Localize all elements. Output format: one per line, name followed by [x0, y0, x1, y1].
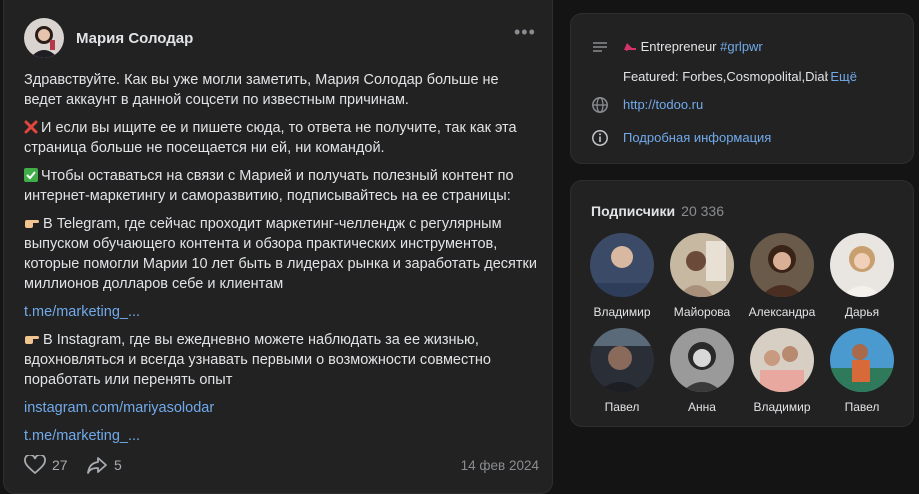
post-actions: 27 5 14 фев 2024 — [24, 455, 539, 479]
post-paragraph: И если вы ищите ее и пишете сюда, то отв… — [24, 120, 517, 156]
cross-mark-icon — [24, 120, 38, 134]
subscriber-item[interactable]: Майорова — [662, 233, 742, 319]
subscriber-name: Павел — [844, 400, 880, 414]
subscriber-name: Анна — [688, 400, 716, 414]
like-count: 27 — [52, 457, 68, 473]
subscriber-avatar — [830, 328, 894, 392]
subscriber-avatar — [590, 328, 654, 392]
status-text: Entrepreneur — [640, 39, 717, 54]
share-icon — [87, 457, 107, 474]
details-link[interactable]: Подробная информация — [623, 129, 771, 147]
profile-info-card: Entrepreneur #grlpwr Featured: Forbes,Co… — [570, 13, 914, 164]
pointing-hand-icon — [25, 220, 39, 228]
subscribers-count: 20 336 — [681, 203, 724, 219]
menu-lines-icon — [593, 42, 607, 52]
subscriber-item[interactable]: Анна — [662, 328, 742, 414]
subscriber-item[interactable]: Владимир — [742, 328, 822, 414]
subscribers-title: Подписчики — [591, 203, 676, 219]
website-row: http://todoo.ru — [591, 96, 703, 114]
pointing-hand-icon — [25, 336, 39, 344]
post-paragraph: В Instagram, где вы ежедневно можете наб… — [24, 332, 491, 388]
subscriber-name: Владимир — [753, 400, 811, 414]
status-hashtag[interactable]: #grlpwr — [720, 39, 763, 54]
check-mark-icon — [24, 168, 38, 182]
website-link[interactable]: http://todoo.ru — [623, 96, 703, 114]
share-button[interactable]: 5 — [86, 455, 122, 475]
subscriber-avatar — [670, 233, 734, 297]
instagram-link[interactable]: instagram.com/mariyasolodar — [24, 398, 539, 418]
post-paragraph: Здравствуйте. Как вы уже могли заметить,… — [24, 72, 499, 108]
like-button[interactable]: 27 — [24, 455, 68, 475]
details-row: Подробная информация — [591, 129, 771, 147]
subscriber-item[interactable]: Александра — [742, 233, 822, 319]
telegram-link[interactable]: t.me/marketing_... — [24, 302, 539, 322]
subscriber-name: Майорова — [673, 305, 731, 319]
subscriber-name: Александра — [748, 305, 816, 319]
post-date[interactable]: 14 фев 2024 — [461, 458, 539, 473]
subscriber-item[interactable]: Владимир — [582, 233, 662, 319]
show-more-link[interactable]: Ещё — [828, 69, 857, 84]
subscriber-name: Владимир — [593, 305, 651, 319]
subscribers-card: Подписчики 20 336 Владимир Майорова Алекс… — [570, 180, 914, 427]
status-row: Entrepreneur #grlpwr — [591, 38, 763, 56]
more-options-icon[interactable]: ••• — [514, 23, 536, 41]
subscriber-avatar — [830, 233, 894, 297]
subscriber-name: Павел — [604, 400, 640, 414]
post-paragraph: Чтобы оставаться на связи с Марией и пол… — [24, 168, 514, 204]
subscriber-avatar — [670, 328, 734, 392]
subscriber-name: Дарья — [844, 305, 880, 319]
subscriber-avatar — [750, 233, 814, 297]
author-avatar[interactable] — [24, 18, 64, 58]
post-card: Мария Солодар ••• Здравствуйте. Как вы у… — [3, 0, 553, 494]
info-icon — [592, 130, 608, 146]
globe-icon — [592, 97, 608, 113]
subscriber-item[interactable]: Павел — [822, 328, 902, 414]
post-text: Здравствуйте. Как вы уже могли заметить,… — [24, 70, 539, 454]
high-heel-icon — [624, 43, 636, 51]
subscriber-item[interactable]: Дарья — [822, 233, 902, 319]
post-paragraph: В Telegram, где сейчас проходит маркетин… — [24, 216, 537, 292]
heart-icon — [24, 455, 46, 475]
subscriber-avatar — [590, 233, 654, 297]
subscribers-header[interactable]: Подписчики 20 336 — [591, 203, 724, 219]
share-count: 5 — [114, 457, 122, 473]
author-name[interactable]: Мария Солодар — [76, 30, 193, 47]
telegram-link-2[interactable]: t.me/marketing_... — [24, 426, 539, 446]
featured-text: Featured: Forbes,Cosmopolital,Diab Ещё — [623, 69, 857, 84]
subscriber-avatar — [750, 328, 814, 392]
subscriber-item[interactable]: Павел — [582, 328, 662, 414]
